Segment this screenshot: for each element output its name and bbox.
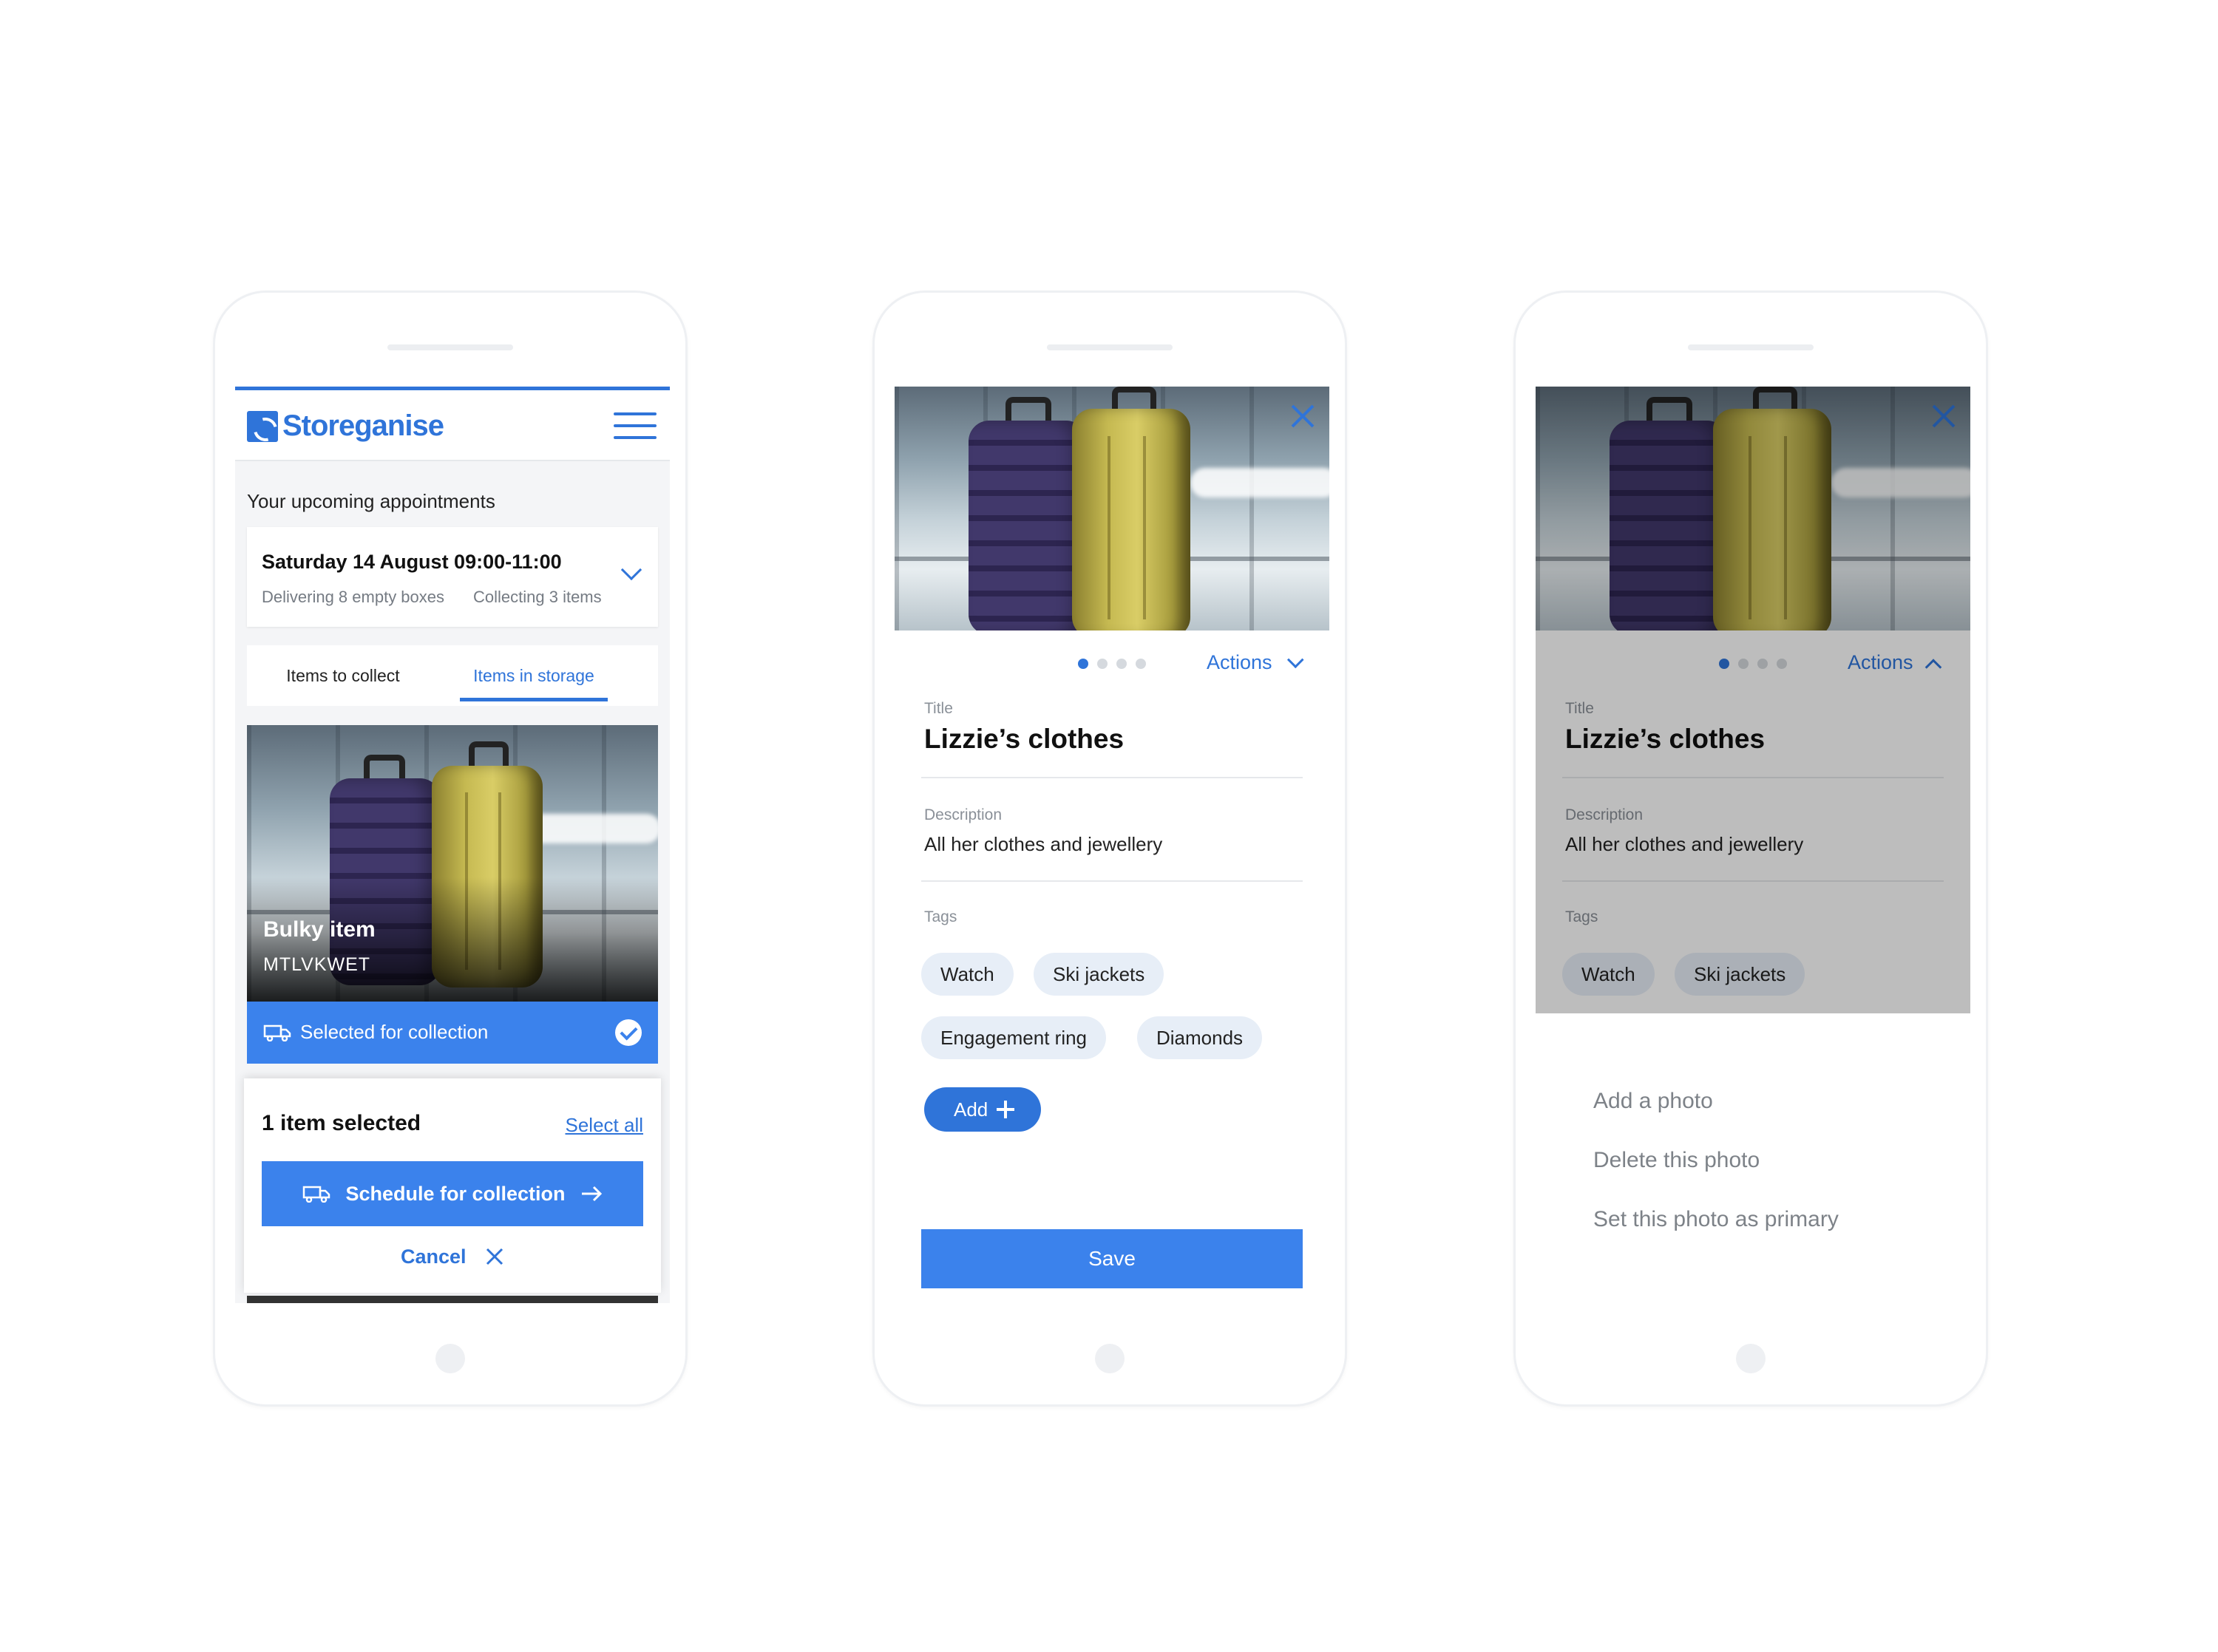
schedule-collection-button[interactable]: Schedule for collection [262, 1161, 643, 1226]
item-code: MTLVKWET [263, 954, 371, 975]
appointment-collecting: Collecting 3 items [473, 588, 602, 606]
tag-chip[interactable]: Diamonds [1137, 1016, 1263, 1059]
divider [921, 777, 1303, 778]
phone-frame-1: Storeganise Your upcoming appointments S… [213, 290, 688, 1407]
close-icon [486, 1248, 503, 1265]
phone-home-button [1095, 1344, 1125, 1373]
arrow-right-icon [581, 1186, 602, 1202]
close-icon[interactable] [1289, 403, 1316, 429]
item-name: Bulky item [263, 917, 376, 942]
cancel-button[interactable]: Cancel [244, 1245, 661, 1268]
appointment-date: Saturday 14 August 09:00-11:00 [262, 551, 562, 573]
appointments-heading: Your upcoming appointments [247, 490, 495, 512]
hamburger-icon[interactable] [614, 411, 657, 441]
screen-photo-actions: Actions Title Lizzie’s clothes Descripti… [1536, 387, 1970, 1303]
menu-item-add-photo[interactable]: Add a photo [1593, 1089, 1713, 1114]
phone-frame-2: Actions Title Lizzie’s clothes Descripti… [872, 290, 1347, 1407]
screen-edit-item: Actions Title Lizzie’s clothes Descripti… [895, 387, 1329, 1303]
appointment-delivering: Delivering 8 empty boxes [262, 588, 445, 606]
select-all-link[interactable]: Select all [566, 1114, 644, 1137]
tab-items-in-storage[interactable]: Items in storage [460, 645, 608, 706]
truck-icon [263, 1024, 291, 1041]
pagination-dot-active[interactable] [1078, 659, 1088, 669]
next-item-card-peek [247, 1296, 658, 1303]
item-card[interactable]: Bulky item MTLVKWET Selected for collect… [247, 725, 658, 1064]
appointment-card[interactable]: Saturday 14 August 09:00-11:00 Deliverin… [247, 527, 658, 627]
pagination-dot[interactable] [1116, 659, 1127, 669]
item-photo: Bulky item MTLVKWET [247, 725, 658, 1002]
pagination-dot[interactable] [1097, 659, 1108, 669]
phone-speaker [1047, 344, 1173, 350]
title-field[interactable]: Lizzie’s clothes [924, 724, 1124, 755]
selection-sheet: 1 item selected Select all Schedule for … [244, 1078, 661, 1293]
actions-dropdown[interactable]: Actions [1207, 651, 1304, 674]
selected-count: 1 item selected [262, 1111, 421, 1135]
chevron-down-icon [1286, 651, 1304, 669]
selected-status-text: Selected for collection [300, 1021, 489, 1043]
menu-item-delete-photo[interactable]: Delete this photo [1593, 1148, 1760, 1173]
photo-pagination[interactable] [1078, 659, 1146, 669]
dim-overlay[interactable] [1536, 387, 1970, 1013]
phone-frame-3: Actions Title Lizzie’s clothes Descripti… [1513, 290, 1988, 1407]
tab-items-to-collect[interactable]: Items to collect [247, 645, 439, 706]
check-icon[interactable] [615, 1019, 642, 1046]
schedule-collection-label: Schedule for collection [345, 1182, 566, 1205]
screen-items-in-storage: Storeganise Your upcoming appointments S… [235, 387, 670, 1303]
add-tag-button[interactable]: Add [924, 1087, 1041, 1132]
actions-label: Actions [1207, 651, 1272, 673]
phone-speaker [387, 344, 513, 350]
tag-chip[interactable]: Watch [921, 953, 1014, 996]
save-button[interactable]: Save [921, 1229, 1303, 1288]
menu-item-set-primary[interactable]: Set this photo as primary [1593, 1207, 1839, 1232]
phone-speaker [1688, 344, 1814, 350]
pagination-dot[interactable] [1136, 659, 1146, 669]
divider [921, 880, 1303, 882]
tags-label: Tags [924, 908, 957, 925]
phone-home-button [435, 1344, 465, 1373]
storeganise-logo-icon [247, 410, 278, 442]
chevron-down-icon[interactable] [620, 559, 642, 581]
description-label: Description [924, 806, 1003, 823]
truck-icon [303, 1186, 330, 1203]
tag-chip[interactable]: Engagement ring [921, 1016, 1107, 1059]
phone-home-button [1736, 1344, 1766, 1373]
selected-status-bar[interactable]: Selected for collection [247, 1002, 658, 1064]
tag-chip[interactable]: Ski jackets [1034, 953, 1164, 996]
brand-name: Storeganise [282, 409, 444, 442]
app-header: Storeganise [235, 390, 670, 461]
add-tag-label: Add [954, 1098, 988, 1121]
item-photo [895, 387, 1329, 630]
brand-logo[interactable]: Storeganise [247, 409, 444, 443]
cancel-label: Cancel [400, 1245, 467, 1268]
plus-icon [997, 1101, 1014, 1118]
items-tabs: Items to collect Items in storage [247, 645, 658, 706]
description-field[interactable]: All her clothes and jewellery [924, 833, 1162, 856]
title-label: Title [924, 700, 953, 717]
